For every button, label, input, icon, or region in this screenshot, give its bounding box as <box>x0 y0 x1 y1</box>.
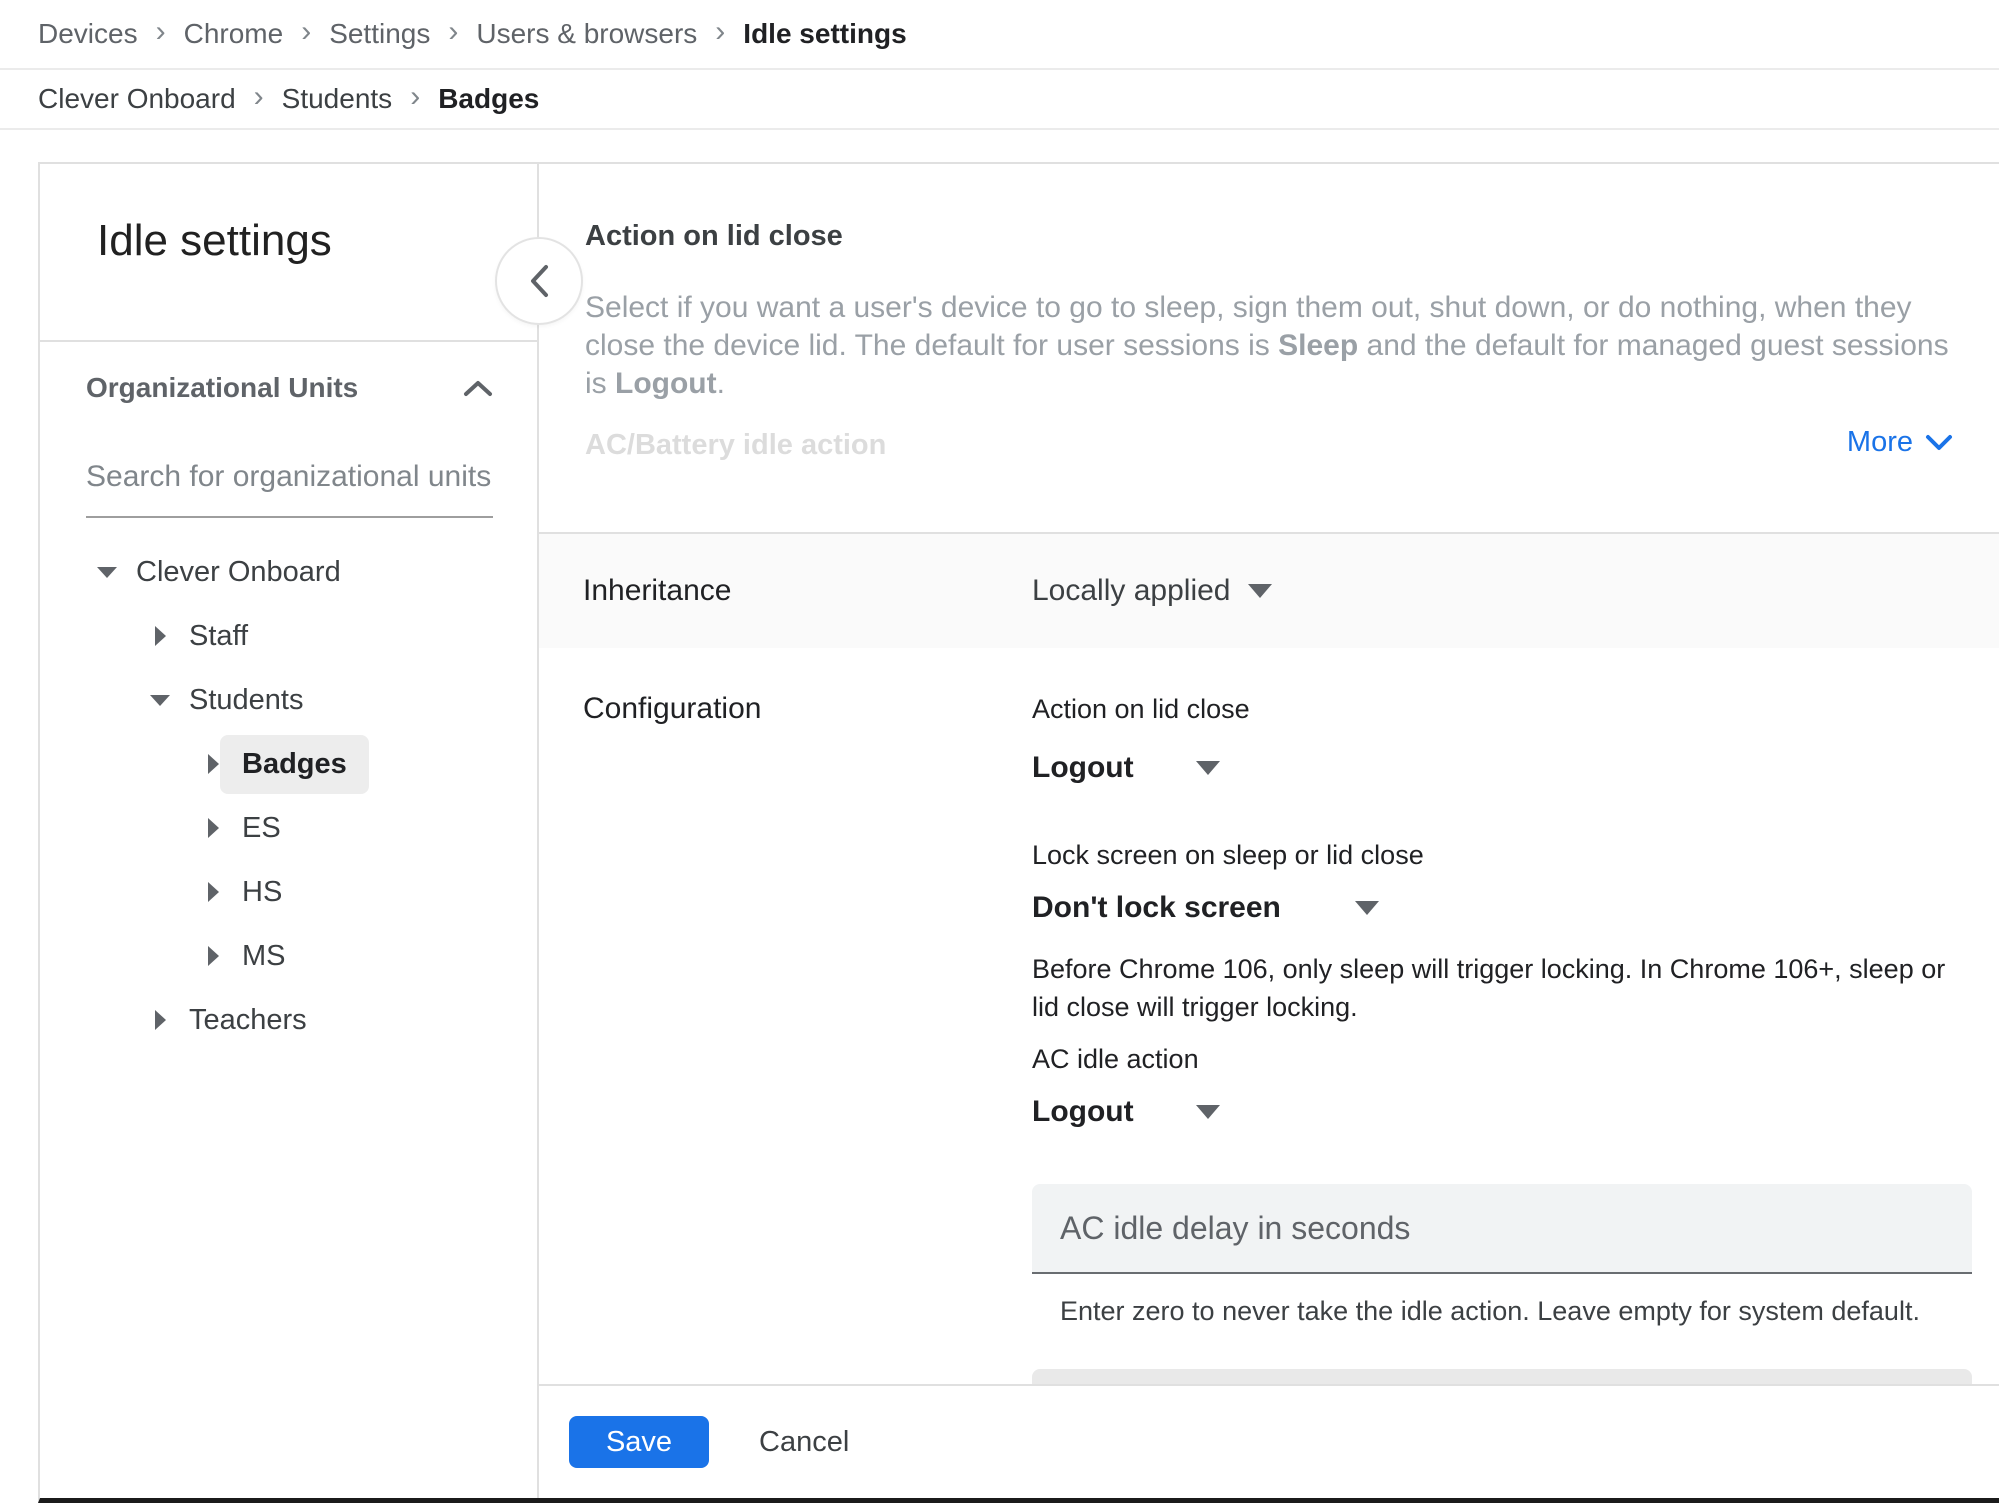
tree-item-label[interactable]: MS <box>242 940 286 973</box>
tree-item-teachers[interactable]: Teachers <box>86 988 493 1052</box>
chevron-expanded-icon[interactable] <box>145 694 175 707</box>
inheritance-dropdown[interactable]: Locally applied <box>1032 574 1272 608</box>
chevron-collapsed-icon[interactable] <box>145 625 175 647</box>
breadcrumb: Devices › Chrome › Settings › Users & br… <box>0 0 1999 70</box>
chevron-right-icon: › <box>156 17 166 51</box>
tree-item-students[interactable]: Students <box>86 668 493 732</box>
policy-description-text: . <box>717 367 725 400</box>
dropdown-arrow-icon <box>1355 901 1379 915</box>
field-label-lock-screen: Lock screen on sleep or lid close <box>1032 838 1972 872</box>
chevron-collapsed-icon[interactable] <box>198 881 228 903</box>
org-units-search <box>86 460 493 518</box>
tree-item-ms[interactable]: MS <box>86 924 493 988</box>
ac-idle-action-dropdown[interactable]: Logout <box>1032 1092 1972 1132</box>
chevron-up-icon[interactable] <box>463 379 493 397</box>
chevron-right-icon: › <box>301 17 311 51</box>
field-label-action-on-lid-close: Action on lid close <box>1032 692 1972 726</box>
chevron-left-icon <box>528 264 550 298</box>
org-units-header: Organizational Units <box>86 372 493 404</box>
inheritance-label: Inheritance <box>583 574 1032 608</box>
ou-breadcrumb-item-clever-onboard[interactable]: Clever Onboard <box>38 83 236 115</box>
more-label: More <box>1847 426 1913 459</box>
policy-faded-heading: AC/Battery idle action <box>585 429 1953 462</box>
tree-item-label[interactable]: Staff <box>189 620 248 653</box>
ou-breadcrumb-current: Badges <box>438 83 539 115</box>
action-on-lid-close-dropdown[interactable]: Logout <box>1032 748 1972 788</box>
dropdown-arrow-icon <box>1196 1105 1220 1119</box>
action-footer: Save Cancel <box>539 1384 1999 1498</box>
tree-item-label[interactable]: ES <box>242 812 281 845</box>
breadcrumb-current-page: Idle settings <box>743 18 906 50</box>
breadcrumb-item-settings[interactable]: Settings <box>329 18 430 50</box>
configuration-fields: Action on lid close Logout Lock screen o… <box>1032 692 1972 1384</box>
cancel-button[interactable]: Cancel <box>759 1426 849 1459</box>
chevron-collapsed-icon[interactable] <box>145 1009 175 1031</box>
tree-item-badges[interactable]: Badges <box>86 732 493 796</box>
ac-idle-delay-helper: Enter zero to never take the idle action… <box>1032 1296 1972 1327</box>
policy-summary-section: Action on lid close Select if you want a… <box>539 164 1999 532</box>
field-label-ac-idle-action: AC idle action <box>1032 1042 1972 1076</box>
dropdown-arrow-icon <box>1248 584 1272 598</box>
tree-item-hs[interactable]: HS <box>86 860 493 924</box>
tree-item-label[interactable]: HS <box>242 876 282 909</box>
breadcrumb-item-users-browsers[interactable]: Users & browsers <box>476 18 697 50</box>
chevron-right-icon: › <box>410 82 420 116</box>
dropdown-value: Don't lock screen <box>1032 891 1281 925</box>
tree-item-es[interactable]: ES <box>86 796 493 860</box>
chevron-collapsed-icon[interactable] <box>198 945 228 967</box>
dropdown-value: Logout <box>1032 1095 1134 1129</box>
configuration-label: Configuration <box>583 692 1032 1384</box>
tree-item-label[interactable]: Students <box>189 684 303 717</box>
collapse-sidebar-button[interactable] <box>495 237 583 325</box>
configuration-row: Configuration Action on lid close Logout… <box>539 648 1999 1384</box>
chevron-right-icon: › <box>448 17 458 51</box>
policy-description: Select if you want a user's device to go… <box>585 289 1953 403</box>
tree-item-label[interactable]: Teachers <box>189 1004 307 1037</box>
policy-description-bold: Sleep <box>1278 329 1358 362</box>
chevron-down-icon <box>1925 434 1953 452</box>
more-link[interactable]: More <box>1847 426 1953 459</box>
setting-detail-panel: Action on lid close Select if you want a… <box>539 164 1999 1498</box>
setting-detail-scroll: Action on lid close Select if you want a… <box>539 164 1999 1384</box>
lock-screen-dropdown[interactable]: Don't lock screen <box>1032 888 1972 928</box>
policy-title: Action on lid close <box>585 220 1953 253</box>
settings-card: Idle settings Organizational Units <box>38 162 1999 1503</box>
org-units-tree: Clever Onboard Staff Students <box>86 540 493 1052</box>
sidebar-title-section: Idle settings <box>40 164 537 342</box>
tree-item-staff[interactable]: Staff <box>86 604 493 668</box>
ou-breadcrumb: Clever Onboard › Students › Badges <box>0 70 1999 130</box>
org-units-sidebar: Idle settings Organizational Units <box>40 164 539 1498</box>
next-field-stub[interactable] <box>1032 1369 1972 1384</box>
chevron-expanded-icon[interactable] <box>92 566 122 579</box>
save-button[interactable]: Save <box>569 1416 709 1468</box>
page: Devices › Chrome › Settings › Users & br… <box>0 0 1999 1503</box>
tree-item-label[interactable]: Clever Onboard <box>136 556 341 589</box>
inheritance-value: Locally applied <box>1032 574 1230 608</box>
breadcrumb-item-chrome[interactable]: Chrome <box>184 18 284 50</box>
inheritance-row: Inheritance Locally applied <box>539 532 1999 648</box>
tree-item-label-selected[interactable]: Badges <box>220 735 369 794</box>
chevron-right-icon: › <box>254 82 264 116</box>
tree-item-clever-onboard[interactable]: Clever Onboard <box>86 540 493 604</box>
dropdown-value: Logout <box>1032 751 1134 785</box>
dropdown-arrow-icon <box>1196 761 1220 775</box>
chevron-collapsed-icon[interactable] <box>198 817 228 839</box>
ou-breadcrumb-item-students[interactable]: Students <box>282 83 393 115</box>
policy-description-bold: Logout <box>615 367 717 400</box>
ac-idle-delay-input[interactable] <box>1032 1184 1972 1274</box>
lock-screen-note: Before Chrome 106, only sleep will trigg… <box>1032 950 1947 1026</box>
search-input[interactable] <box>86 460 493 518</box>
breadcrumb-item-devices[interactable]: Devices <box>38 18 138 50</box>
page-title: Idle settings <box>97 216 537 266</box>
org-units-panel: Organizational Units Clever Onboard <box>40 342 537 1052</box>
chevron-right-icon: › <box>715 17 725 51</box>
org-units-header-label: Organizational Units <box>86 372 358 404</box>
